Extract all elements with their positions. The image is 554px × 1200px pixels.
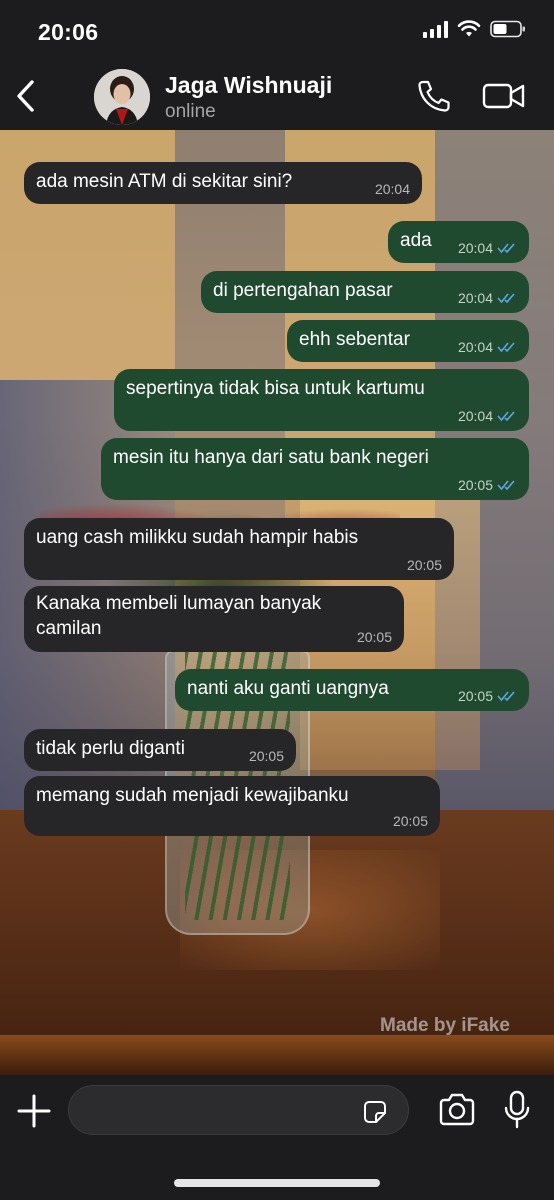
- message-text: nanti aku ganti uangnya: [187, 678, 389, 699]
- message-bubble-outgoing[interactable]: ehh sebentar 20:04: [287, 320, 529, 362]
- message-text: tidak perlu diganti: [36, 738, 185, 759]
- message-bubble-incoming[interactable]: tidak perlu diganti 20:05: [24, 729, 296, 771]
- message-bubble-incoming[interactable]: ada mesin ATM di sekitar sini? 20:04: [24, 162, 422, 204]
- message-text: sepertinya tidak bisa untuk kartumu: [126, 378, 425, 399]
- message-time: 20:04: [374, 181, 410, 197]
- wallpaper-table-edge: [0, 1035, 554, 1075]
- chevron-left-icon: [17, 80, 34, 112]
- contact-status: online: [165, 101, 216, 122]
- battery-icon: [490, 20, 526, 38]
- message-time: 20:04: [457, 290, 493, 306]
- message-bubble-incoming[interactable]: memang sudah menjadi kewajibanku 20:05: [24, 776, 440, 836]
- composer-bar: [0, 1075, 554, 1200]
- message-text: camilan: [36, 618, 102, 639]
- double-check-icon: [497, 342, 515, 353]
- camera-button[interactable]: [437, 1091, 477, 1129]
- message-text: di pertengahan pasar: [213, 280, 393, 301]
- home-indicator[interactable]: [174, 1179, 380, 1187]
- watermark: Made by iFake: [380, 1015, 510, 1036]
- message-time: 20:05: [392, 813, 428, 829]
- avatar[interactable]: [94, 69, 150, 125]
- phone-icon: [418, 80, 450, 112]
- message-time: 20:05: [457, 477, 493, 493]
- message-bubble-outgoing[interactable]: nanti aku ganti uangnya 20:05: [175, 669, 529, 711]
- message-text: ada: [400, 230, 432, 251]
- message-text: Kanaka membeli lumayan banyak: [36, 593, 322, 614]
- message-time: 20:05: [457, 688, 493, 704]
- message-time: 20:05: [406, 557, 442, 573]
- double-check-icon: [497, 243, 515, 254]
- message-text: uang cash milikku sudah hampir habis: [36, 527, 359, 548]
- message-bubble-outgoing[interactable]: di pertengahan pasar 20:04: [201, 271, 529, 313]
- message-time: 20:04: [457, 408, 493, 424]
- message-bubble-outgoing[interactable]: ada 20:04: [388, 221, 529, 263]
- message-bubble-outgoing[interactable]: mesin itu hanya dari satu bank negeri 20…: [101, 438, 529, 500]
- double-check-icon: [497, 411, 515, 422]
- plus-icon: [17, 1094, 51, 1128]
- contact-name[interactable]: Jaga Wishnuaji: [165, 72, 332, 99]
- message-bubble-incoming[interactable]: uang cash milikku sudah hampir habis 20:…: [24, 518, 454, 580]
- message-bubble-incoming[interactable]: Kanaka membeli lumayan banyak camilan 20…: [24, 586, 404, 652]
- wifi-icon: [457, 20, 481, 38]
- message-text: mesin itu hanya dari satu bank negeri: [113, 447, 429, 468]
- message-text: memang sudah menjadi kewajibanku: [36, 785, 349, 806]
- voice-call-button[interactable]: [414, 78, 454, 114]
- microphone-button[interactable]: [503, 1089, 531, 1131]
- sticker-button[interactable]: [361, 1098, 389, 1126]
- video-call-button[interactable]: [481, 80, 527, 112]
- status-icons: [423, 20, 526, 38]
- message-text: ehh sebentar: [299, 329, 410, 350]
- status-time: 20:06: [38, 19, 99, 45]
- message-input[interactable]: [68, 1085, 409, 1135]
- video-camera-icon: [482, 83, 525, 109]
- double-check-icon: [497, 691, 515, 702]
- message-time: 20:04: [457, 339, 493, 355]
- camera-icon: [439, 1093, 475, 1126]
- double-check-icon: [497, 293, 515, 304]
- signal-icon: [423, 20, 448, 38]
- sticker-icon: [364, 1101, 386, 1123]
- message-text: ada mesin ATM di sekitar sini?: [36, 171, 293, 192]
- double-check-icon: [497, 480, 515, 491]
- top-bar: 20:06 Jaga Wishnuaji online: [0, 0, 554, 130]
- message-time: 20:04: [457, 240, 493, 256]
- back-button[interactable]: [10, 74, 40, 118]
- message-time: 20:05: [356, 629, 392, 645]
- attach-button[interactable]: [14, 1091, 54, 1131]
- microphone-icon: [504, 1090, 530, 1129]
- message-bubble-outgoing[interactable]: sepertinya tidak bisa untuk kartumu 20:0…: [114, 369, 529, 431]
- message-time: 20:05: [248, 748, 284, 764]
